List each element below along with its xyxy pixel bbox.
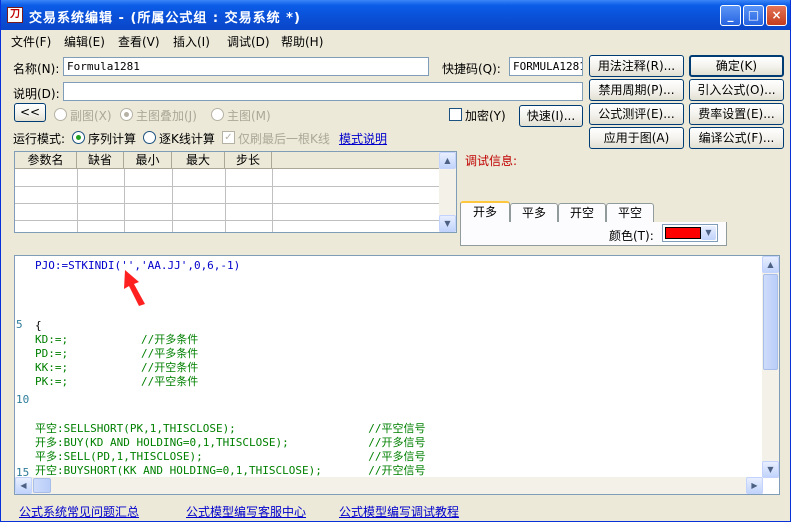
menu-edit[interactable]: 编辑(E)	[64, 33, 105, 50]
grid-line	[77, 169, 78, 232]
grid-line	[225, 169, 226, 232]
maximize-icon[interactable]: □	[743, 5, 764, 26]
editor-vertical-scrollbar[interactable]: ▲ ▼	[762, 256, 779, 478]
chevron-up-icon[interactable]: ▲	[762, 256, 779, 273]
window-title: 交易系统编辑 - (所属公式组 : 交易系统 *)	[29, 11, 301, 26]
radio-main-overlay[interactable]	[120, 108, 133, 121]
close-icon[interactable]: ×	[766, 5, 787, 26]
line-number: 5	[16, 318, 23, 331]
encrypt-checkbox[interactable]	[449, 108, 462, 121]
radio-main-chart-label: 主图(M)	[227, 109, 271, 123]
radio-main-chart[interactable]	[211, 108, 224, 121]
disabled-period-button[interactable]: 禁用周期(P)...	[589, 79, 684, 101]
menu-bar: 文件(F) 编辑(E) 查看(V) 插入(I) 调试(D) 帮助(H)	[1, 30, 790, 50]
radio-per-bar[interactable]	[143, 131, 156, 144]
parameter-table-header: 参数名 缺省 最小 最大 步长	[15, 152, 440, 169]
menu-debug[interactable]: 调试(D)	[227, 33, 270, 50]
shortcut-label: 快捷码(Q):	[442, 62, 501, 76]
mode-help-link[interactable]: 模式说明	[339, 130, 387, 147]
chevron-up-icon[interactable]: ▲	[439, 152, 456, 169]
app-icon: 刀	[7, 7, 23, 23]
minimize-icon[interactable]: _	[720, 5, 741, 26]
grid-line	[15, 203, 440, 204]
grid-line	[124, 169, 125, 232]
tab-open-short[interactable]: 开空	[558, 203, 606, 223]
fee-settings-button[interactable]: 费率设置(E)...	[689, 103, 784, 125]
description-input[interactable]	[63, 82, 583, 101]
ok-button[interactable]: 确定(K)	[689, 55, 784, 77]
header-max[interactable]: 最大	[172, 152, 225, 169]
code-line: {	[35, 319, 42, 332]
formula-editor-window: 刀 交易系统编辑 - (所属公式组 : 交易系统 *) _ □ × 文件(F) …	[0, 0, 791, 522]
menu-insert[interactable]: 插入(I)	[173, 33, 210, 50]
parameter-table-scrollbar[interactable]: ▲ ▼	[439, 152, 456, 232]
parameter-table: 参数名 缺省 最小 最大 步长 ▲ ▼	[14, 151, 457, 233]
radio-sequence[interactable]	[72, 131, 85, 144]
color-label: 颜色(T):	[609, 229, 654, 243]
name-input[interactable]: Formula1281	[63, 57, 429, 76]
menu-view[interactable]: 查看(V)	[118, 33, 160, 50]
header-param-name[interactable]: 参数名	[15, 152, 77, 169]
debug-info-label: 调试信息:	[465, 154, 518, 168]
menu-help[interactable]: 帮助(H)	[281, 33, 323, 50]
code-line: PK:=; //平空条件	[35, 375, 199, 388]
footer-link-support[interactable]: 公式模型编写客服中心	[186, 503, 306, 520]
code-line: 开空:BUYSHORT(KK AND HOLDING=0,1,THISCLOSE…	[35, 464, 426, 477]
editor-horizontal-scrollbar[interactable]: ◀ ▶	[15, 477, 763, 494]
name-label: 名称(N):	[13, 62, 60, 76]
radio-per-bar-label: 逐K线计算	[159, 132, 215, 146]
title-bar[interactable]: 刀 交易系统编辑 - (所属公式组 : 交易系统 *) _ □ ×	[1, 0, 790, 30]
tab-close-short[interactable]: 平空	[606, 203, 654, 223]
footer-link-tutorial[interactable]: 公式模型编写调试教程	[339, 503, 459, 520]
evaluate-button[interactable]: 公式测评(E)...	[589, 103, 684, 125]
radio-sequence-label: 序列计算	[88, 132, 137, 146]
chevron-left-icon[interactable]: ◀	[15, 477, 32, 494]
compile-formula-button[interactable]: 编译公式(F)...	[689, 127, 784, 149]
menu-file[interactable]: 文件(F)	[11, 33, 51, 50]
footer-link-faq[interactable]: 公式系统常见问题汇总	[19, 503, 139, 520]
header-step[interactable]: 步长	[225, 152, 272, 169]
chevron-right-icon[interactable]: ▶	[746, 477, 763, 494]
grid-line	[15, 186, 440, 187]
line-number: 10	[16, 393, 30, 406]
last-bar-label: 仅刷最后一根K线	[238, 132, 330, 146]
code-editor[interactable]: 5 10 15 PJO:=STKINDI('','AA.JJ',0,6,-1) …	[14, 255, 780, 495]
header-min[interactable]: 最小	[124, 152, 172, 169]
editor-hscroll-thumb[interactable]	[33, 478, 51, 493]
import-formula-button[interactable]: 引入公式(O)...	[689, 79, 784, 101]
chevron-down-icon[interactable]: ▼	[701, 226, 716, 240]
editor-vscroll-thumb[interactable]	[763, 274, 778, 370]
syntax-help-button[interactable]: 用法注释(R)...	[589, 55, 684, 77]
chevron-down-icon[interactable]: ▼	[439, 215, 456, 232]
red-arrow-annotation	[124, 270, 145, 306]
header-default[interactable]: 缺省	[77, 152, 124, 169]
code-line: 平空:SELLSHORT(PK,1,THISCLOSE); //平空信号	[35, 422, 426, 435]
tab-close-long[interactable]: 平多	[510, 203, 558, 223]
color-select[interactable]: ▼	[662, 224, 718, 242]
code-line: PD:=; //平多条件	[35, 347, 199, 360]
line-number-gutter: 5 10 15	[15, 256, 34, 479]
code-line: 平多:SELL(PD,1,THISCLOSE); //平多信号	[35, 450, 426, 463]
code-line: 开多:BUY(KD AND HOLDING=0,1,THISCLOSE); //…	[35, 436, 426, 449]
quick-button[interactable]: 快速(I)...	[519, 105, 583, 127]
collapse-button[interactable]: <<	[14, 103, 46, 122]
last-bar-checkbox[interactable]: ✓	[222, 131, 235, 144]
code-line: KK:=; //开空条件	[35, 361, 199, 374]
grid-line	[172, 169, 173, 232]
radio-subchart-label: 副图(X)	[70, 109, 112, 123]
grid-line	[272, 169, 273, 232]
description-label: 说明(D):	[13, 87, 60, 101]
grid-line	[15, 220, 440, 221]
radio-main-overlay-label: 主图叠加(J)	[136, 109, 197, 123]
shortcut-input[interactable]: FORMULA1281	[509, 57, 583, 76]
code-line: KD:=; //开多条件	[35, 333, 199, 346]
chevron-down-icon[interactable]: ▼	[762, 461, 779, 478]
encrypt-label: 加密(Y)	[465, 109, 506, 123]
color-swatch	[665, 227, 701, 239]
run-mode-label: 运行模式:	[13, 132, 66, 146]
apply-chart-button[interactable]: 应用于图(A)	[589, 127, 684, 149]
tab-open-long[interactable]: 开多	[460, 201, 510, 224]
radio-subchart[interactable]	[54, 108, 67, 121]
